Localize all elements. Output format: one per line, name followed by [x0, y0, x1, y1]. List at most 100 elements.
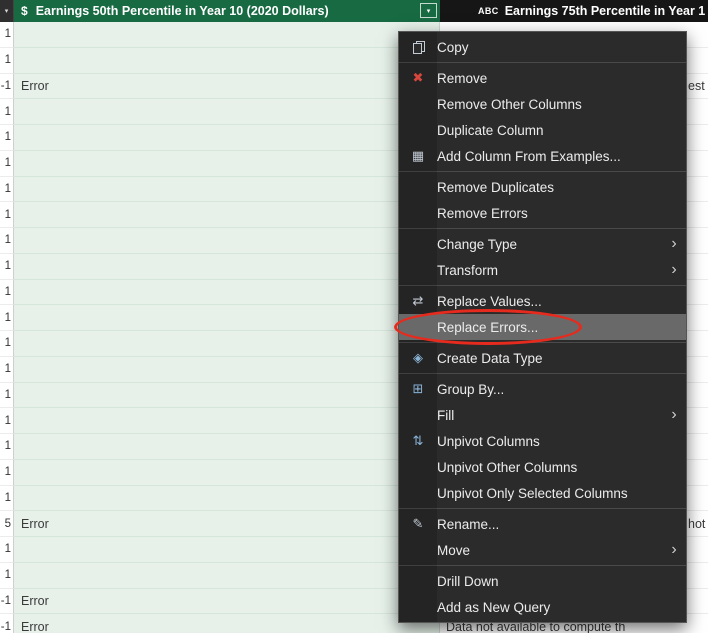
rename-icon: ✎: [412, 516, 424, 531]
cell-earnings-50th[interactable]: [14, 99, 440, 125]
cell-earnings-50th[interactable]: [14, 253, 440, 280]
menu-item-label: Add Column From Examples...: [437, 148, 621, 164]
cell-left-value[interactable]: 1: [0, 47, 14, 74]
table-menu-button[interactable]: ▾: [0, 0, 14, 22]
cell-left-value[interactable]: -1: [0, 73, 14, 100]
menu-item-rename[interactable]: ✎ Rename...: [399, 511, 686, 537]
menu-item-label: Remove: [437, 70, 488, 86]
menu-item-fill[interactable]: Fill ›: [399, 402, 686, 428]
cell-earnings-50th[interactable]: [14, 125, 440, 151]
submenu-arrow-icon: ›: [671, 541, 677, 558]
cell-earnings-50th[interactable]: [14, 22, 440, 48]
menu-item-label: Remove Other Columns: [437, 96, 582, 112]
menu-item-label: Unpivot Columns: [437, 433, 540, 449]
cell-left-value[interactable]: 5: [0, 511, 14, 537]
menu-item-duplicate-column[interactable]: Duplicate Column: [399, 117, 686, 143]
menu-item-transform[interactable]: Transform ›: [399, 257, 686, 283]
cell-left-value[interactable]: 1: [0, 537, 14, 563]
cell-earnings-50th[interactable]: [14, 434, 440, 460]
cell-earnings-50th[interactable]: [14, 331, 440, 357]
menu-item-remove-other-columns[interactable]: Remove Other Columns: [399, 91, 686, 117]
menu-separator: [399, 373, 686, 374]
column-header-earnings-50th[interactable]: $ Earnings 50th Percentile in Year 10 (2…: [14, 0, 440, 22]
cell-left-value[interactable]: 1: [0, 408, 14, 434]
cell-earnings-50th[interactable]: [14, 537, 440, 563]
cell-earnings-50th[interactable]: Error: [14, 588, 440, 615]
menu-item-replace-values[interactable]: ⇄ Replace Values...: [399, 288, 686, 314]
add-column-from-examples-icon: ▦: [411, 148, 425, 163]
cell-earnings-50th[interactable]: [14, 305, 440, 331]
menu-item-label: Group By...: [437, 381, 505, 397]
cell-earnings-50th[interactable]: Error: [14, 511, 440, 537]
cell-left-value[interactable]: 1: [0, 202, 14, 228]
submenu-arrow-icon: ›: [671, 235, 677, 252]
cell-left-value[interactable]: 1: [0, 382, 14, 409]
cell-earnings-50th[interactable]: [14, 382, 440, 409]
menu-item-unpivot-other-columns[interactable]: Unpivot Other Columns: [399, 454, 686, 480]
cell-left-value[interactable]: 1: [0, 228, 14, 254]
cell-left-value[interactable]: 1: [0, 253, 14, 280]
cell-left-value[interactable]: 1: [0, 279, 14, 306]
cell-left-value[interactable]: 1: [0, 150, 14, 177]
menu-item-drill-down[interactable]: Drill Down: [399, 568, 686, 594]
menu-item-label: Transform: [437, 262, 499, 278]
menu-separator: [399, 285, 686, 286]
menu-item-label: Create Data Type: [437, 350, 543, 366]
cell-left-value[interactable]: -1: [0, 588, 14, 615]
cell-left-value[interactable]: 1: [0, 22, 14, 48]
menu-item-change-type[interactable]: Change Type ›: [399, 231, 686, 257]
menu-item-move[interactable]: Move ›: [399, 537, 686, 563]
menu-item-unpivot-columns[interactable]: ⇅ Unpivot Columns: [399, 428, 686, 454]
chevron-down-icon: ▾: [426, 7, 431, 15]
menu-separator: [399, 565, 686, 566]
menu-item-remove-duplicates[interactable]: Remove Duplicates: [399, 174, 686, 200]
cell-earnings-50th[interactable]: [14, 150, 440, 177]
menu-item-group-by[interactable]: ⊞ Group By...: [399, 376, 686, 402]
cell-earnings-50th[interactable]: [14, 485, 440, 512]
cell-left-value[interactable]: 1: [0, 459, 14, 486]
cell-earnings-50th[interactable]: [14, 202, 440, 228]
column-header-earnings-75th[interactable]: ABC Earnings 75th Percentile in Year 1: [440, 0, 708, 22]
cell-left-value[interactable]: 1: [0, 99, 14, 125]
cell-left-value[interactable]: 1: [0, 176, 14, 203]
menu-item-replace-errors[interactable]: Replace Errors...: [399, 314, 686, 340]
cell-earnings-50th[interactable]: [14, 279, 440, 306]
menu-item-label: Replace Values...: [437, 293, 542, 309]
menu-item-label: Unpivot Other Columns: [437, 459, 578, 475]
cell-left-value[interactable]: 1: [0, 125, 14, 151]
cell-earnings-50th[interactable]: [14, 356, 440, 383]
cell-left-value[interactable]: 1: [0, 562, 14, 589]
cell-earnings-50th[interactable]: [14, 408, 440, 434]
remove-icon: ✖: [412, 70, 424, 85]
menu-item-label: Remove Errors: [437, 205, 528, 221]
copy-icon: [399, 40, 437, 54]
cell-left-value[interactable]: 1: [0, 356, 14, 383]
cell-left-value[interactable]: 1: [0, 331, 14, 357]
menu-item-label: Copy: [437, 39, 469, 55]
cell-earnings-50th[interactable]: [14, 47, 440, 74]
cell-earnings-50th[interactable]: Error: [14, 73, 440, 100]
menu-item-unpivot-only-selected-columns[interactable]: Unpivot Only Selected Columns: [399, 480, 686, 506]
menu-item-remove-errors[interactable]: Remove Errors: [399, 200, 686, 226]
menu-item-label: Rename...: [437, 516, 500, 532]
menu-item-create-data-type[interactable]: ◈ Create Data Type: [399, 345, 686, 371]
cell-earnings-50th[interactable]: [14, 228, 440, 254]
cell-earnings-50th[interactable]: [14, 459, 440, 486]
menu-item-copy[interactable]: Copy: [399, 34, 686, 60]
menu-item-remove[interactable]: ✖ Remove: [399, 65, 686, 91]
cell-left-value[interactable]: 1: [0, 434, 14, 460]
group-by-icon: ⊞: [412, 381, 424, 396]
menu-item-add-as-new-query[interactable]: Add as New Query: [399, 594, 686, 620]
cell-earnings-50th[interactable]: [14, 176, 440, 203]
cell-left-value[interactable]: 1: [0, 485, 14, 512]
filter-dropdown-button[interactable]: ▾: [420, 3, 437, 18]
power-query-editor: ▾ $ Earnings 50th Percentile in Year 10 …: [0, 0, 708, 633]
cell-earnings-50th[interactable]: [14, 562, 440, 589]
cell-left-value[interactable]: 1: [0, 305, 14, 331]
menu-item-add-column-from-examples[interactable]: ▦ Add Column From Examples...: [399, 143, 686, 169]
cell-earnings-50th[interactable]: Error: [14, 614, 440, 633]
menu-item-label: Change Type: [437, 236, 518, 252]
cell-left-value[interactable]: -1: [0, 614, 14, 633]
create-data-type-icon: ◈: [413, 350, 423, 365]
context-menu: Copy ✖ Remove Remove Other Columns Duplicate…: [398, 31, 687, 623]
